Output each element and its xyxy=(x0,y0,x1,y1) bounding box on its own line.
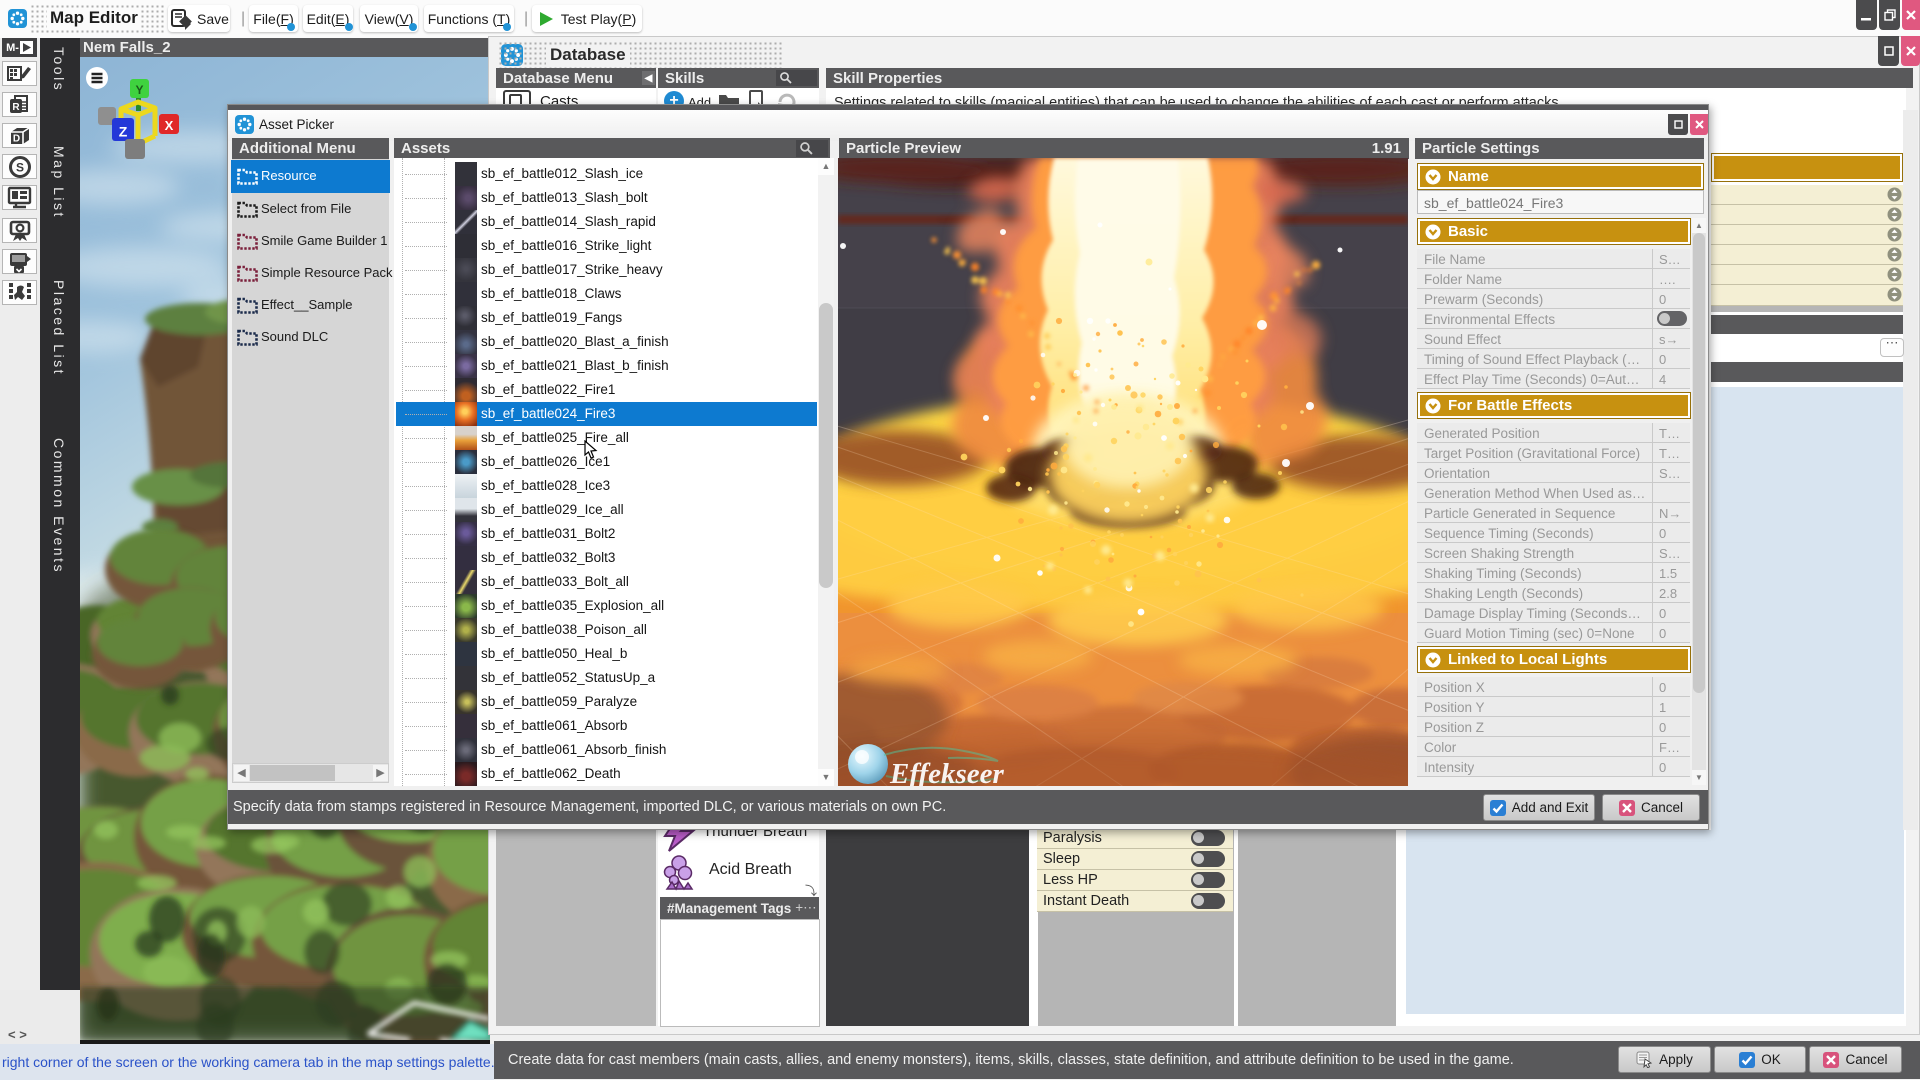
svg-text:Effekseer: Effekseer xyxy=(889,758,1005,786)
svg-text:Y: Y xyxy=(135,83,143,97)
svg-text:X: X xyxy=(165,118,174,133)
svg-text:Z: Z xyxy=(119,123,128,139)
svg-text:D: D xyxy=(12,133,19,144)
svg-text:R: R xyxy=(12,102,20,113)
svg-text:S: S xyxy=(15,160,23,174)
